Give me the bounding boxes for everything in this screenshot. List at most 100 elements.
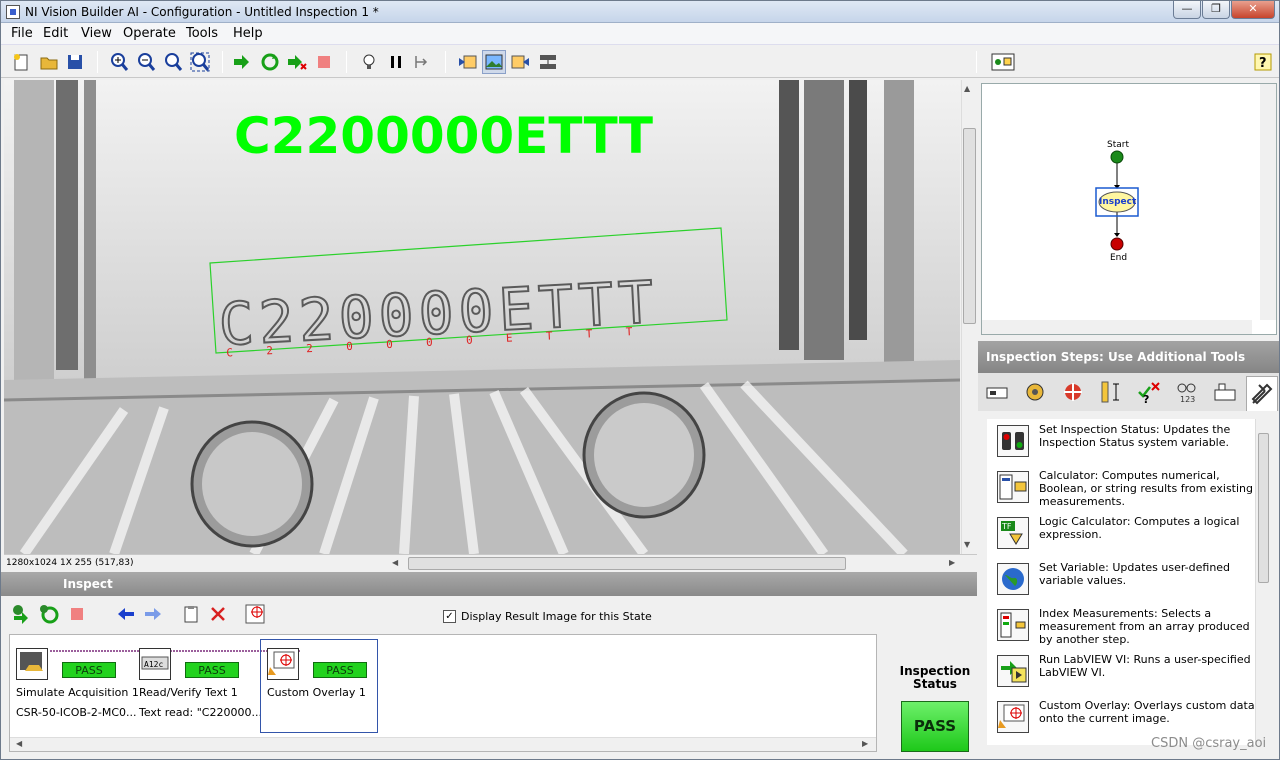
svg-text:A12c: A12c (144, 660, 163, 669)
tools-scroll-thumb[interactable] (1258, 433, 1269, 583)
image-hscroll-thumb[interactable] (408, 557, 846, 570)
image-vscroll-thumb[interactable] (963, 128, 976, 324)
step-read-verify-text[interactable]: A12c PASS Read/Verify Text 1 Text read: … (133, 640, 262, 732)
tool-name: Calculator: (1039, 469, 1099, 482)
close-button[interactable]: ✕ (1231, 1, 1275, 19)
display-result-checkbox[interactable]: ✓ (443, 610, 456, 623)
minimize-button[interactable]: — (1173, 1, 1201, 19)
tool-set-inspection-status[interactable]: Set Inspection Status: Updates the Inspe… (997, 419, 1255, 465)
engraved-char-6: 0 (417, 279, 455, 349)
run-step-once-icon[interactable] (11, 602, 35, 626)
enhance-tab-icon[interactable] (1022, 379, 1048, 405)
delete-step-icon[interactable] (206, 602, 230, 626)
tool-index-measurements[interactable]: Index Measurements: Selects a measuremen… (997, 603, 1255, 649)
menu-tools[interactable]: Tools (186, 26, 218, 41)
identify-tab-icon[interactable]: 123 (1174, 379, 1200, 405)
stop-on-fail-icon[interactable] (285, 50, 309, 74)
check-tab-icon[interactable]: ? (1136, 379, 1162, 405)
stop-icon[interactable] (312, 50, 336, 74)
char-label-5: 0 (386, 338, 393, 351)
end-node[interactable] (1110, 237, 1124, 251)
step-name: Simulate Acquisition 1 (16, 686, 139, 699)
engraved-char-7: 0 (457, 277, 495, 347)
run-step-loop-icon[interactable] (38, 602, 62, 626)
menu-operate[interactable]: Operate (123, 26, 176, 41)
communicate-tab-icon[interactable] (1212, 379, 1238, 405)
menu-bar: File Edit View Operate Tools Help (1, 23, 1279, 45)
highlight-bulb-icon[interactable] (357, 50, 381, 74)
diagram-hscroll[interactable] (982, 320, 1252, 334)
tools-panel-header: Inspection Steps: Use Additional Tools (978, 341, 1279, 373)
help-icon[interactable]: ? (1251, 50, 1275, 74)
move-left-icon[interactable] (114, 602, 138, 626)
tools-list-scrollbar[interactable] (1255, 419, 1271, 745)
steps-scroll-right-icon[interactable]: ▶ (862, 739, 868, 748)
tool-custom-overlay[interactable]: Custom Overlay: Overlays custom data ont… (997, 695, 1255, 741)
tool-name: Set Inspection Status: (1039, 423, 1160, 436)
menu-edit[interactable]: Edit (43, 26, 68, 41)
menu-file[interactable]: File (11, 26, 33, 41)
stop-step-icon[interactable] (65, 602, 89, 626)
tool-logic-calculator[interactable]: TF Logic Calculator: Computes a logical … (997, 511, 1255, 557)
diagram-vscroll[interactable] (1260, 84, 1276, 320)
step-simulate-acquisition[interactable]: PASS Simulate Acquisition 1 CSR-50-ICOB-… (10, 640, 139, 732)
engraved-char-1: C (217, 289, 255, 359)
open-folder-icon[interactable] (37, 50, 61, 74)
step-custom-overlay[interactable]: PASS Custom Overlay 1 (260, 639, 378, 733)
prev-image-icon[interactable] (455, 50, 479, 74)
steps-scroll-left-icon[interactable]: ◀ (16, 739, 22, 748)
custom-overlay-icon (267, 648, 299, 680)
window-title: NI Vision Builder AI - Configuration - U… (25, 5, 379, 19)
zoom-fit-icon[interactable] (188, 50, 212, 74)
save-icon[interactable] (63, 50, 87, 74)
deploy-icon[interactable] (536, 50, 560, 74)
measure-tab-icon[interactable] (1098, 379, 1124, 405)
scroll-up-arrow-icon[interactable]: ▲ (964, 84, 970, 93)
engraved-char-9: T (537, 272, 575, 342)
engraved-char-11: T (617, 268, 655, 338)
acquire-tab-icon[interactable] (984, 379, 1010, 405)
move-right-icon[interactable] (141, 602, 165, 626)
steps-horizontal-scrollbar[interactable]: ◀ ▶ (10, 737, 876, 751)
tool-run-labview-vi[interactable]: Run LabVIEW VI: Runs a user-specified La… (997, 649, 1255, 695)
tools-list: Set Inspection Status: Updates the Inspe… (987, 419, 1255, 745)
additional-tools-tab-icon[interactable] (1246, 376, 1278, 411)
svg-text:?: ? (1143, 393, 1149, 404)
tool-set-variable[interactable]: Set Variable: Updates user-defined varia… (997, 557, 1255, 603)
image-view-icon[interactable] (482, 50, 506, 74)
zoom-in-icon[interactable] (107, 50, 131, 74)
next-image-icon[interactable] (509, 50, 533, 74)
tool-calculator[interactable]: Calculator: Computes numerical, Boolean,… (997, 465, 1255, 511)
paste-step-icon[interactable] (179, 602, 203, 626)
scroll-down-arrow-icon[interactable]: ▼ (964, 540, 970, 549)
run-continuous-icon[interactable] (258, 50, 282, 74)
step-icon[interactable] (411, 50, 435, 74)
locate-tab-icon[interactable] (1060, 379, 1086, 405)
menu-help[interactable]: Help (233, 26, 263, 41)
svg-text:?: ? (1259, 56, 1267, 71)
char-label-3: 2 (306, 342, 313, 355)
calculator-icon (997, 471, 1029, 503)
hscroll-right-arrow-icon[interactable]: ▶ (949, 558, 955, 567)
tools-panel-title: Inspection Steps: Use Additional Tools (986, 350, 1246, 364)
hscroll-left-arrow-icon[interactable]: ◀ (392, 558, 398, 567)
new-inspection-icon[interactable] (9, 50, 33, 74)
globe-icon (997, 563, 1029, 595)
zoom-out-icon[interactable] (134, 50, 158, 74)
main-toolbar: ? (1, 46, 1279, 78)
inspect-label: Inspect (1099, 197, 1137, 207)
menu-view[interactable]: View (81, 26, 112, 41)
pause-icon[interactable] (384, 50, 408, 74)
image-vertical-scrollbar[interactable]: ▲ ▼ (961, 80, 977, 554)
state-diagram-icon[interactable] (989, 50, 1017, 74)
start-node[interactable] (1110, 150, 1124, 164)
steps-area: PASS Simulate Acquisition 1 CSR-50-ICOB-… (9, 634, 877, 752)
zoom-1to1-icon[interactable] (161, 50, 185, 74)
image-info-bar: 1280x1024 1X 255 (517,83) ◀ ▶ (4, 554, 977, 572)
step-result: Text read: "C220000... (139, 706, 262, 719)
restore-button[interactable]: ❐ (1202, 1, 1230, 19)
engraved-char-8: E (497, 274, 535, 344)
run-once-icon[interactable] (231, 50, 255, 74)
image-display[interactable]: C 2 2 0 0 0 0 E T T T C 2 2 0 0 0 0 E T … (4, 80, 960, 554)
overlay-step-icon[interactable] (243, 602, 267, 626)
